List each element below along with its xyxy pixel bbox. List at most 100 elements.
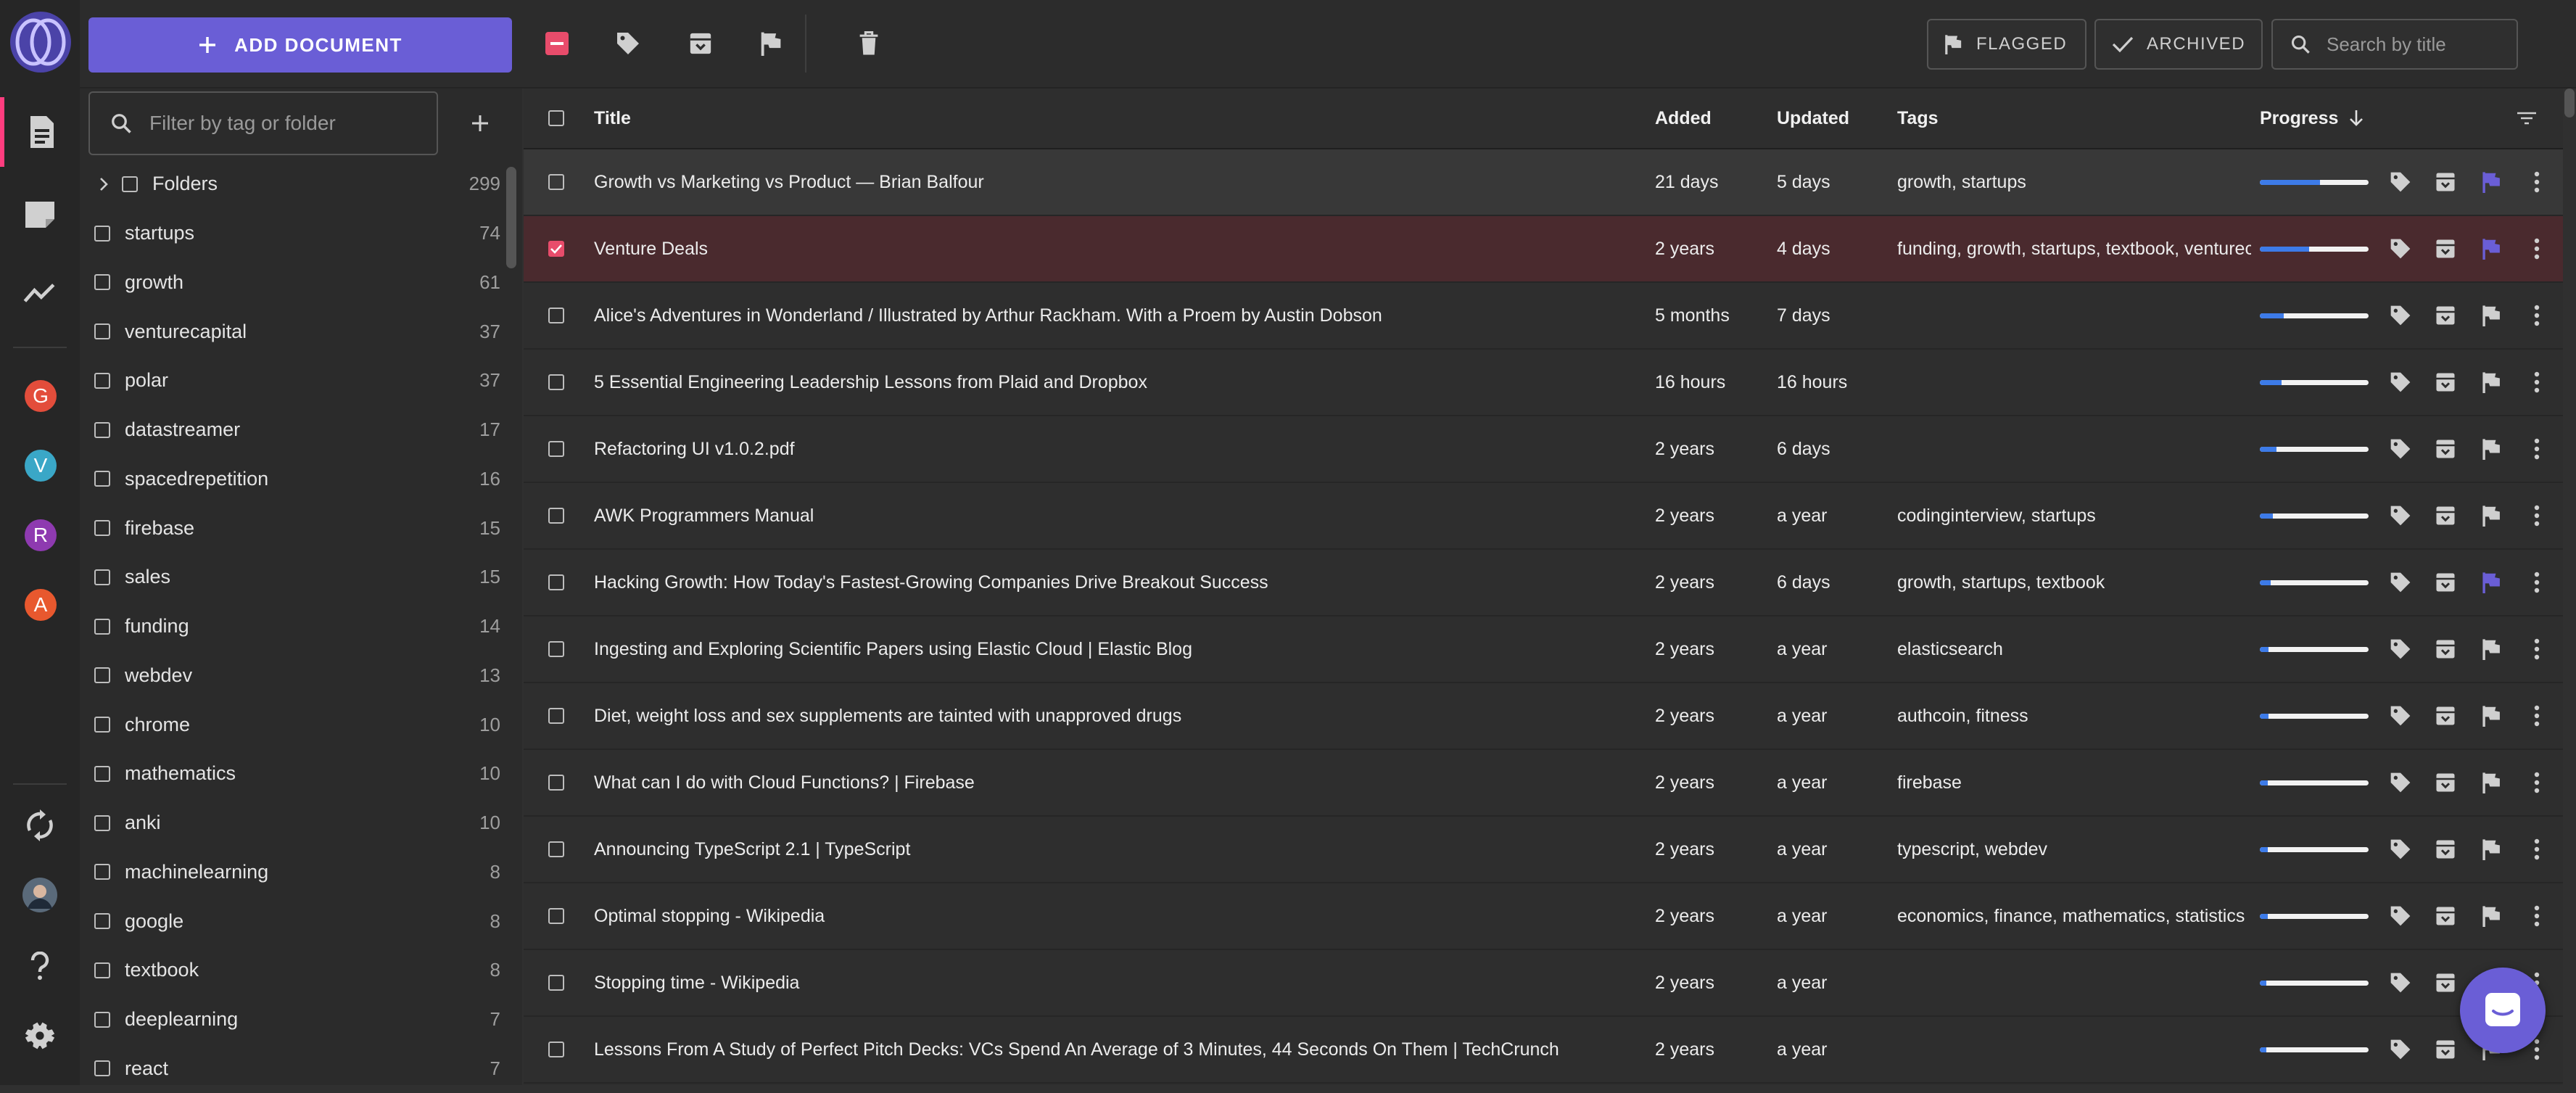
row-archive-button[interactable] <box>2431 768 2460 797</box>
row-title[interactable]: AWK Programmers Manual <box>594 483 1638 548</box>
row-flag-button[interactable] <box>2477 768 2506 797</box>
row-tag-button[interactable] <box>2386 835 2415 864</box>
row-flag-button[interactable] <box>2477 501 2506 530</box>
row-checkbox[interactable] <box>548 708 564 724</box>
sync-button[interactable] <box>0 791 80 860</box>
row-tag-button[interactable] <box>2386 168 2415 197</box>
sidebar-scrollbar[interactable] <box>506 167 516 268</box>
row-checkbox[interactable] <box>548 641 564 657</box>
table-row[interactable]: Venture Deals2 years4 daysfunding, growt… <box>524 216 2563 283</box>
table-row[interactable]: Ingesting and Exploring Scientific Paper… <box>524 616 2563 683</box>
tag-checkbox[interactable] <box>94 815 110 831</box>
tag-item[interactable]: spacedrepetition16 <box>88 455 500 504</box>
column-progress[interactable]: Progress <box>2260 88 2364 148</box>
row-checkbox[interactable] <box>548 241 564 257</box>
tag-item[interactable]: textbook8 <box>88 946 500 995</box>
row-tag-button[interactable] <box>2386 368 2415 397</box>
tag-item[interactable]: datastreamer17 <box>88 405 500 455</box>
stats-nav[interactable] <box>0 258 80 328</box>
account-avatar[interactable]: A <box>25 589 57 621</box>
row-title[interactable]: Stopping time - Wikipedia <box>594 950 1638 1015</box>
tag-checkbox[interactable] <box>94 1012 110 1028</box>
row-more-button[interactable] <box>2522 701 2551 730</box>
column-updated[interactable]: Updated <box>1777 88 1849 148</box>
row-tag-button[interactable] <box>2386 768 2415 797</box>
row-title[interactable]: Announcing TypeScript 2.1 | TypeScript <box>594 817 1638 882</box>
table-row[interactable]: Refactoring UI v1.0.2.pdf2 years6 days <box>524 416 2563 483</box>
row-title[interactable]: Hacking Growth: How Today's Fastest-Grow… <box>594 550 1638 615</box>
table-row[interactable]: Announcing TypeScript 2.1 | TypeScript2 … <box>524 817 2563 883</box>
tag-item[interactable]: venturecapital37 <box>88 307 500 356</box>
tag-item[interactable]: deeplearning7 <box>88 995 500 1044</box>
column-added[interactable]: Added <box>1655 88 1712 148</box>
add-document-button[interactable]: ADD DOCUMENT <box>88 17 512 73</box>
row-title[interactable]: 5 Essential Engineering Leadership Lesso… <box>594 350 1638 415</box>
row-archive-button[interactable] <box>2431 1035 2460 1064</box>
tag-selected-button[interactable] <box>609 25 647 62</box>
table-row[interactable]: Stopping time - Wikipedia2 yearsa year <box>524 950 2563 1017</box>
row-more-button[interactable] <box>2522 234 2551 263</box>
row-checkbox[interactable] <box>548 308 564 323</box>
title-search[interactable] <box>2271 19 2518 70</box>
row-archive-button[interactable] <box>2431 301 2460 330</box>
help-button[interactable] <box>0 931 80 1001</box>
row-flag-button[interactable] <box>2477 568 2506 597</box>
column-filter-button[interactable] <box>2517 88 2537 148</box>
tag-checkbox[interactable] <box>94 619 110 635</box>
row-checkbox[interactable] <box>548 908 564 924</box>
row-archive-button[interactable] <box>2431 835 2460 864</box>
row-more-button[interactable] <box>2522 635 2551 664</box>
row-flag-button[interactable] <box>2477 635 2506 664</box>
table-row[interactable]: Alice's Adventures in Wonderland / Illus… <box>524 283 2563 350</box>
row-title[interactable]: Alice's Adventures in Wonderland / Illus… <box>594 283 1638 348</box>
row-more-button[interactable] <box>2522 902 2551 931</box>
row-title[interactable]: Ingesting and Exploring Scientific Paper… <box>594 616 1638 682</box>
tag-checkbox[interactable] <box>94 717 110 733</box>
tag-checkbox[interactable] <box>94 864 110 880</box>
tag-item[interactable]: webdev13 <box>88 651 500 701</box>
tag-checkbox[interactable] <box>94 667 110 683</box>
row-archive-button[interactable] <box>2431 501 2460 530</box>
flag-selected-button[interactable] <box>753 25 790 62</box>
add-folder-button[interactable] <box>461 104 499 142</box>
tag-item[interactable]: growth61 <box>88 258 500 308</box>
folders-checkbox[interactable] <box>122 176 138 192</box>
tag-checkbox[interactable] <box>94 422 110 438</box>
row-more-button[interactable] <box>2522 434 2551 463</box>
row-flag-button[interactable] <box>2477 234 2506 263</box>
tag-checkbox[interactable] <box>94 766 110 782</box>
tag-item[interactable]: react7 <box>88 1044 500 1093</box>
tag-checkbox[interactable] <box>94 913 110 929</box>
row-title[interactable]: Lessons From A Study of Perfect Pitch De… <box>594 1017 1638 1082</box>
tag-item[interactable]: firebase15 <box>88 503 500 553</box>
folders-node[interactable]: Folders 299 <box>88 160 500 209</box>
tag-filter-input[interactable] <box>148 111 416 136</box>
chat-launcher-button[interactable] <box>2460 968 2546 1053</box>
table-row[interactable]: Lessons From A Study of Perfect Pitch De… <box>524 1017 2563 1084</box>
column-title[interactable]: Title <box>594 88 631 148</box>
row-flag-button[interactable] <box>2477 301 2506 330</box>
row-archive-button[interactable] <box>2431 968 2460 997</box>
table-scrollbar[interactable] <box>2564 88 2575 117</box>
table-row[interactable]: Optimal stopping - Wikipedia2 yearsa yea… <box>524 883 2563 950</box>
row-flag-button[interactable] <box>2477 701 2506 730</box>
tag-item[interactable]: anki10 <box>88 799 500 848</box>
row-tag-button[interactable] <box>2386 902 2415 931</box>
row-checkbox[interactable] <box>548 174 564 190</box>
table-row[interactable]: 5 Essential Engineering Leadership Lesso… <box>524 350 2563 416</box>
row-archive-button[interactable] <box>2431 701 2460 730</box>
row-checkbox[interactable] <box>548 508 564 524</box>
settings-button[interactable] <box>0 1001 80 1071</box>
row-more-button[interactable] <box>2522 368 2551 397</box>
row-checkbox[interactable] <box>548 841 564 857</box>
account-avatar[interactable]: R <box>25 519 57 551</box>
tag-item[interactable]: google8 <box>88 896 500 946</box>
tag-item[interactable]: machinelearning8 <box>88 848 500 897</box>
row-tag-button[interactable] <box>2386 701 2415 730</box>
archive-selected-button[interactable] <box>682 25 719 62</box>
chevron-right-icon[interactable] <box>99 176 109 192</box>
tag-checkbox[interactable] <box>94 274 110 290</box>
row-title[interactable]: Diet, weight loss and sex supplements ar… <box>594 683 1638 748</box>
row-more-button[interactable] <box>2522 501 2551 530</box>
tag-checkbox[interactable] <box>94 471 110 487</box>
